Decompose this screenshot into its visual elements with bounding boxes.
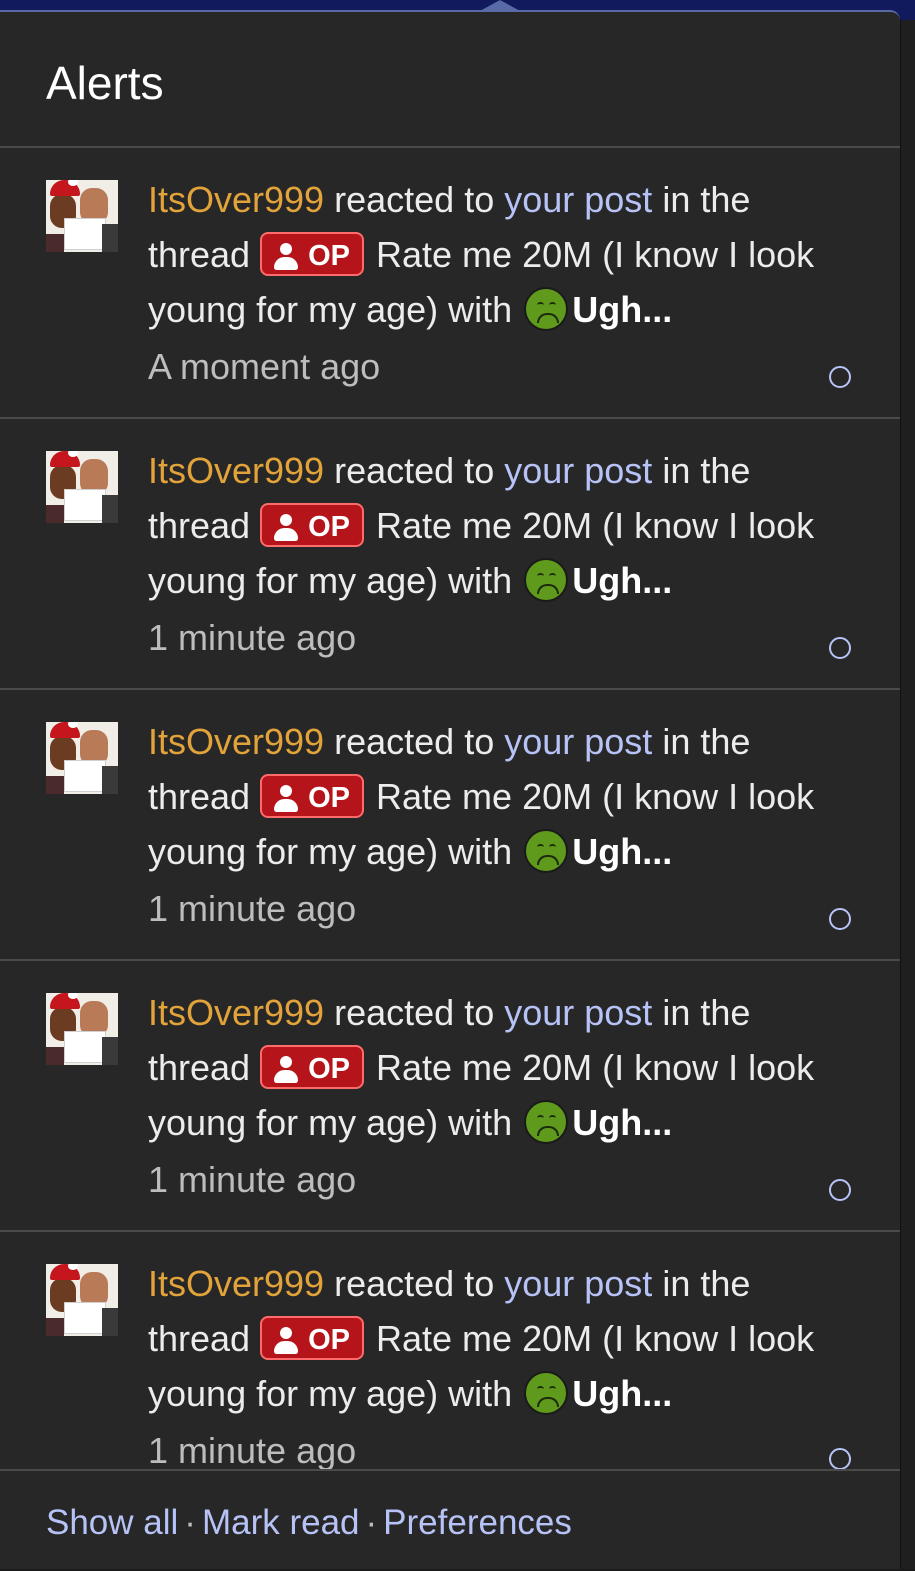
username-link[interactable]: ItsOver999 [148, 179, 324, 220]
avatar[interactable] [46, 722, 118, 794]
reaction-name: Ugh... [572, 289, 673, 331]
alert-item[interactable]: ItsOver999 reacted to your post in the t… [0, 961, 900, 1232]
op-badge: OP [260, 774, 364, 819]
mark-read-link[interactable]: Mark read [202, 1503, 360, 1542]
nauseated-face-icon [524, 1370, 569, 1415]
post-link[interactable]: your post [504, 179, 652, 220]
alert-verb: reacted to [334, 450, 495, 491]
unread-circle-icon[interactable] [829, 366, 851, 388]
alert-text: ItsOver999 reacted to your post in the t… [148, 172, 828, 394]
username-link[interactable]: ItsOver999 [148, 721, 324, 762]
alert-time: 1 minute ago [148, 887, 357, 929]
username-link[interactable]: ItsOver999 [148, 992, 324, 1033]
alert-with: with [448, 831, 513, 873]
op-badge: OP [260, 503, 364, 548]
alert-verb: reacted to [334, 721, 495, 762]
op-badge: OP [260, 1045, 364, 1090]
alert-verb: reacted to [334, 1263, 495, 1304]
alerts-footer: Show all · Mark read · Preferences [0, 1469, 900, 1571]
avatar[interactable] [46, 180, 118, 252]
alert-item[interactable]: ItsOver999 reacted to your post in the t… [0, 148, 900, 419]
reaction-name: Ugh... [572, 1102, 673, 1144]
show-all-link[interactable]: Show all [46, 1503, 178, 1542]
unread-circle-icon[interactable] [829, 1179, 851, 1201]
alert-time: A moment ago [148, 345, 381, 387]
post-link[interactable]: your post [504, 1263, 652, 1304]
op-badge: OP [260, 232, 364, 277]
post-link[interactable]: your post [504, 450, 652, 491]
user-icon [272, 783, 300, 813]
alert-time: 1 minute ago [148, 1429, 357, 1471]
user-icon [272, 241, 300, 271]
alert-text: ItsOver999 reacted to your post in the t… [148, 1256, 828, 1478]
preferences-link[interactable]: Preferences [383, 1503, 572, 1542]
op-badge-label: OP [308, 240, 350, 273]
post-link[interactable]: your post [504, 992, 652, 1033]
reaction-name: Ugh... [572, 560, 673, 602]
avatar[interactable] [46, 1264, 118, 1336]
alerts-header: Alerts [0, 12, 900, 148]
alerts-popup: Alerts ItsOver999 reacted to your post i… [0, 10, 900, 1569]
avatar[interactable] [46, 451, 118, 523]
footer-links: Show all · Mark read · Preferences [46, 1503, 572, 1543]
post-link[interactable]: your post [504, 721, 652, 762]
op-badge-label: OP [308, 1053, 350, 1086]
alert-with: with [448, 1373, 513, 1415]
op-badge-label: OP [308, 782, 350, 815]
op-badge-label: OP [308, 511, 350, 544]
alert-item[interactable]: ItsOver999 reacted to your post in the t… [0, 690, 900, 961]
unread-circle-icon[interactable] [829, 1448, 851, 1470]
alerts-title: Alerts [46, 57, 164, 109]
footer-separator: · [365, 1503, 378, 1542]
username-link[interactable]: ItsOver999 [148, 450, 324, 491]
alert-time: 1 minute ago [148, 1158, 357, 1200]
nauseated-face-icon [524, 1099, 569, 1144]
user-icon [272, 1054, 300, 1084]
reaction-name: Ugh... [572, 831, 673, 873]
alert-time: 1 minute ago [148, 616, 357, 658]
nauseated-face-icon [524, 286, 569, 331]
unread-circle-icon[interactable] [829, 908, 851, 930]
alert-with: with [448, 560, 513, 602]
alert-with: with [448, 289, 513, 331]
user-icon [272, 512, 300, 542]
op-badge: OP [260, 1316, 364, 1361]
reaction-name: Ugh... [572, 1373, 673, 1415]
user-icon [272, 1325, 300, 1355]
nauseated-face-icon [524, 828, 569, 873]
page-background-edge [900, 20, 915, 1569]
unread-circle-icon[interactable] [829, 637, 851, 659]
alert-verb: reacted to [334, 179, 495, 220]
footer-separator: · [184, 1503, 196, 1542]
alert-verb: reacted to [334, 992, 495, 1033]
alert-item[interactable]: ItsOver999 reacted to your post in the t… [0, 419, 900, 690]
username-link[interactable]: ItsOver999 [148, 1263, 324, 1304]
popup-caret [478, 0, 522, 12]
alert-text: ItsOver999 reacted to your post in the t… [148, 714, 828, 936]
alert-item[interactable]: ItsOver999 reacted to your post in the t… [0, 1232, 900, 1471]
alert-text: ItsOver999 reacted to your post in the t… [148, 443, 828, 665]
alert-text: ItsOver999 reacted to your post in the t… [148, 985, 828, 1207]
alert-with: with [448, 1102, 513, 1144]
op-badge-label: OP [308, 1324, 350, 1357]
avatar[interactable] [46, 993, 118, 1065]
nauseated-face-icon [524, 557, 569, 602]
